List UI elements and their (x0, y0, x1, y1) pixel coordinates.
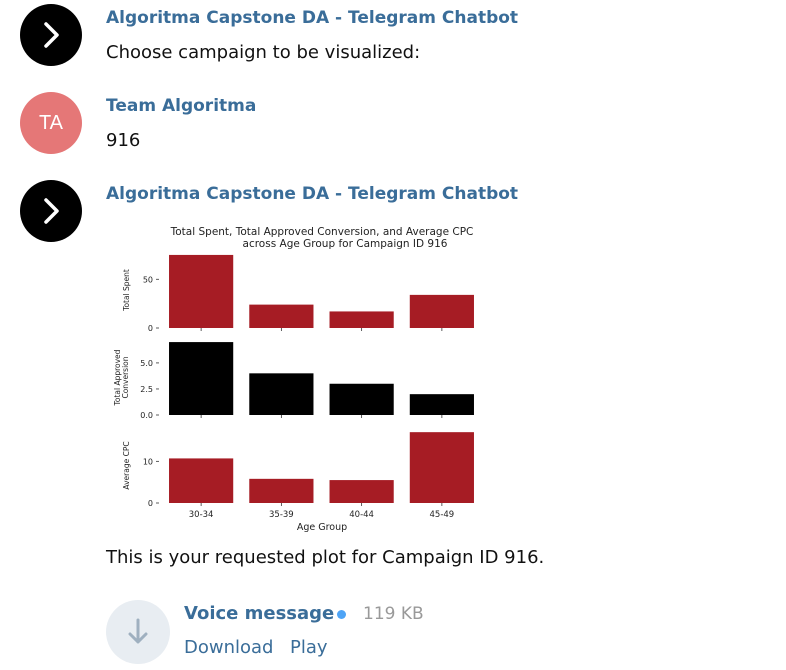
y-tick-label: 5.0 (140, 359, 153, 368)
download-link[interactable]: Download (184, 637, 273, 658)
message-text: This is your requested plot for Campaign… (106, 547, 545, 568)
bar (169, 458, 234, 503)
y-tick-label: 2.5 (140, 385, 153, 394)
y-axis-label: Conversion (121, 356, 130, 398)
x-axis-label: Age Group (297, 522, 347, 533)
voice-download-button[interactable] (106, 600, 170, 664)
x-tick-label: 30-34 (189, 510, 214, 520)
y-tick-label: 50 (143, 275, 153, 284)
avatar-initials: TA (38, 111, 64, 134)
chart-title-line1: Total Spent, Total Approved Conversion, … (170, 226, 474, 238)
unplayed-dot (337, 610, 346, 619)
bar-chart: Total Spent, Total Approved Conversion, … (113, 226, 474, 533)
bar (169, 254, 234, 328)
bar (249, 304, 314, 328)
bar (329, 383, 394, 415)
chevron-right-icon (44, 22, 59, 48)
sender-name[interactable]: Algoritma Capstone DA - Telegram Chatbot (106, 8, 518, 28)
bar (329, 480, 394, 503)
x-tick-label: 35-39 (269, 510, 294, 520)
y-axis-label: Total Spent (122, 269, 131, 312)
bar (409, 432, 474, 503)
y-tick-label: 0 (148, 499, 153, 508)
bar (249, 373, 314, 415)
y-axis-label: Average CPC (122, 441, 131, 489)
chevron-right-icon (44, 198, 59, 224)
bar (249, 478, 314, 503)
y-tick-label: 0.0 (140, 411, 153, 420)
bar (409, 394, 474, 415)
team-avatar[interactable]: TA (20, 92, 82, 154)
bot-avatar[interactable] (20, 4, 82, 66)
y-tick-label: 0 (148, 324, 153, 333)
bar (169, 342, 234, 415)
download-arrow-icon (128, 618, 148, 644)
voice-message-title[interactable]: Voice message (184, 603, 334, 624)
bot-avatar[interactable] (20, 180, 82, 242)
chart-image[interactable]: Total Spent, Total Approved Conversion, … (106, 216, 496, 536)
bar (409, 294, 474, 328)
message-text: 916 (106, 130, 141, 151)
x-tick-label: 40-44 (349, 510, 374, 520)
chart-title-line2: across Age Group for Campaign ID 916 (243, 238, 448, 250)
file-size: 119 KB (363, 604, 424, 624)
message-text: Choose campaign to be visualized: (106, 42, 421, 63)
sender-name[interactable]: Algoritma Capstone DA - Telegram Chatbot (106, 184, 518, 204)
y-tick-label: 10 (143, 457, 153, 466)
play-link[interactable]: Play (290, 637, 328, 658)
sender-name[interactable]: Team Algoritma (106, 96, 256, 116)
bar (329, 311, 394, 328)
x-tick-label: 45-49 (430, 510, 455, 520)
